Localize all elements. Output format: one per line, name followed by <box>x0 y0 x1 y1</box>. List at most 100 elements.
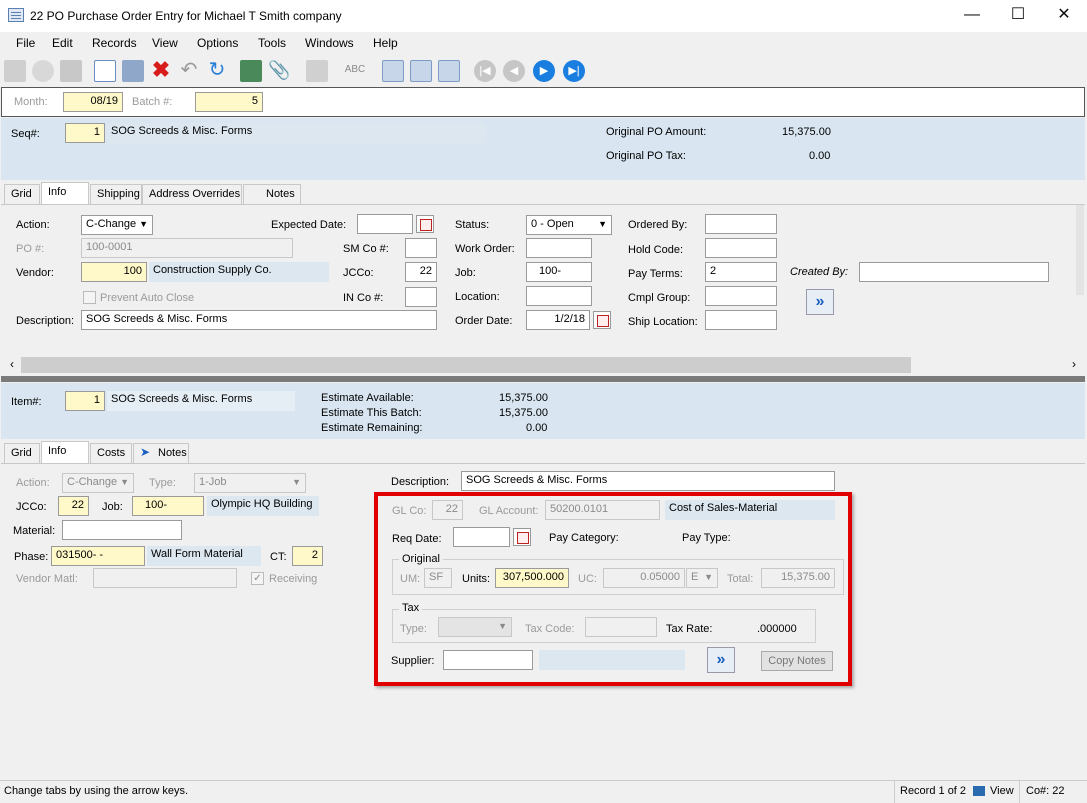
receiving-checkbox[interactable]: ✓ <box>251 572 264 585</box>
menu-file[interactable]: File <box>16 36 35 50</box>
scroll-left-icon[interactable]: ‹ <box>5 357 19 373</box>
item-description-field[interactable]: SOG Screeds & Misc. Forms <box>461 471 835 491</box>
delete-icon[interactable]: ✖ <box>150 59 172 82</box>
month-field[interactable]: 08/19 <box>63 92 123 112</box>
work-order-field[interactable] <box>526 238 592 258</box>
vendor-field[interactable]: 100 <box>81 262 147 282</box>
close-icon[interactable]: ✕ <box>1041 0 1087 32</box>
location-field[interactable] <box>526 286 592 306</box>
created-by-field[interactable] <box>859 262 1049 282</box>
total-field[interactable]: 15,375.00 <box>761 568 835 588</box>
uc-field[interactable]: 0.05000 <box>603 568 685 588</box>
description-field[interactable]: SOG Screeds & Misc. Forms <box>81 310 437 330</box>
cmpl-group-field[interactable] <box>705 286 777 306</box>
status-select[interactable]: 0 - Open ▼ <box>526 215 612 235</box>
tax-type-select[interactable]: ▼ <box>438 617 512 637</box>
item-field[interactable]: 1 <box>65 391 105 411</box>
job-field[interactable]: 100- <box>526 262 592 282</box>
layout-1-icon[interactable] <box>382 60 404 82</box>
binoculars-icon[interactable] <box>32 60 54 82</box>
eraser-icon[interactable] <box>306 60 328 82</box>
double-chevron-icon[interactable]: » <box>806 289 834 315</box>
material-field[interactable] <box>62 520 182 540</box>
stack-icon[interactable] <box>60 60 82 82</box>
minimize-icon[interactable]: — <box>949 0 995 32</box>
hold-code-field[interactable] <box>705 238 777 258</box>
vendor-matl-field[interactable] <box>93 568 237 588</box>
menu-tools[interactable]: Tools <box>258 36 286 50</box>
tab-grid[interactable]: Grid <box>4 443 40 463</box>
req-date-field[interactable] <box>453 527 510 547</box>
tab-shipping[interactable]: Shipping <box>90 184 142 204</box>
item-type-select[interactable]: 1-Job ▼ <box>194 473 306 493</box>
gl-account-field[interactable]: 50200.0101 <box>545 500 660 520</box>
menu-records[interactable]: Records <box>92 36 137 50</box>
tab-notes[interactable]: Notes <box>243 184 301 204</box>
units-field[interactable]: 307,500.000 <box>495 568 569 588</box>
chevron-down-icon: ▼ <box>120 477 129 487</box>
tab-notes[interactable]: ➤ Notes <box>133 443 189 463</box>
scroll-right-icon[interactable]: › <box>1067 357 1081 373</box>
jcco-field[interactable]: 22 <box>405 262 437 282</box>
pay-terms-field[interactable]: 2 <box>705 262 777 282</box>
item-jcco-field[interactable]: 22 <box>58 496 89 516</box>
po-field[interactable]: 100-0001 <box>81 238 293 258</box>
save-icon[interactable] <box>122 60 144 82</box>
layout-3-icon[interactable] <box>438 60 460 82</box>
ship-location-field[interactable] <box>705 310 777 330</box>
supplier-field[interactable] <box>443 650 533 670</box>
next-record-icon[interactable]: ▶ <box>533 60 555 82</box>
tab-grid[interactable]: Grid <box>4 184 40 204</box>
prevent-auto-close-checkbox[interactable] <box>83 291 96 304</box>
item-job-field[interactable]: 100- <box>132 496 204 516</box>
tax-type-label: Type: <box>400 623 427 635</box>
item-action-select[interactable]: C-Change ▼ <box>62 473 134 493</box>
vertical-scrollbar[interactable] <box>1076 205 1084 295</box>
copy-notes-button[interactable]: Copy Notes <box>761 651 833 671</box>
order-date-label: Order Date: <box>455 315 513 327</box>
splitter[interactable] <box>1 376 1085 382</box>
in-co-field[interactable] <box>405 287 437 307</box>
spellcheck-icon[interactable]: ABC <box>344 60 366 82</box>
seq-field[interactable]: 1 <box>65 123 105 143</box>
calendar-icon[interactable] <box>593 311 611 329</box>
ordered-by-field[interactable] <box>705 214 777 234</box>
tab-info[interactable]: Info <box>41 441 89 463</box>
um-field[interactable]: SF <box>424 568 452 588</box>
calendar-icon[interactable] <box>416 215 434 233</box>
menu-options[interactable]: Options <box>197 36 238 50</box>
gl-co-field[interactable]: 22 <box>432 500 463 520</box>
lookup-icon[interactable] <box>4 60 26 82</box>
layout-2-icon[interactable] <box>410 60 432 82</box>
uc-unit-select[interactable]: E ▼ <box>686 568 718 588</box>
attach-icon[interactable]: 📎 <box>268 60 290 82</box>
calendar-icon[interactable] <box>513 528 531 546</box>
last-record-icon[interactable]: ▶| <box>563 60 585 82</box>
first-record-icon[interactable]: |◀ <box>474 60 496 82</box>
refresh-icon[interactable]: ↻ <box>206 60 228 82</box>
expected-date-field[interactable] <box>357 214 413 234</box>
tab-info[interactable]: Info <box>41 182 89 204</box>
in-co-label: IN Co #: <box>343 292 384 304</box>
menu-help[interactable]: Help <box>373 36 398 50</box>
prev-record-icon[interactable]: ◀ <box>503 60 525 82</box>
tax-code-field[interactable] <box>585 617 657 637</box>
month-label: Month: <box>14 96 48 108</box>
tab-costs[interactable]: Costs <box>90 443 132 463</box>
menu-windows[interactable]: Windows <box>305 36 354 50</box>
new-record-icon[interactable] <box>94 60 116 82</box>
horizontal-scrollbar-thumb[interactable] <box>21 357 911 373</box>
calculator-icon[interactable] <box>240 60 262 82</box>
ct-field[interactable]: 2 <box>292 546 323 566</box>
double-chevron-icon[interactable]: » <box>707 647 735 673</box>
order-date-field[interactable]: 1/2/18 <box>526 310 590 330</box>
sm-co-field[interactable] <box>405 238 437 258</box>
phase-field[interactable]: 031500- - <box>51 546 145 566</box>
maximize-icon[interactable]: ☐ <box>995 0 1041 32</box>
action-select[interactable]: C-Change ▼ <box>81 215 153 235</box>
undo-icon[interactable]: ↶ <box>178 60 200 82</box>
menu-view[interactable]: View <box>152 36 178 50</box>
batch-field[interactable]: 5 <box>195 92 263 112</box>
menu-edit[interactable]: Edit <box>52 36 73 50</box>
tab-address-overrides[interactable]: Address Overrides <box>142 184 242 204</box>
